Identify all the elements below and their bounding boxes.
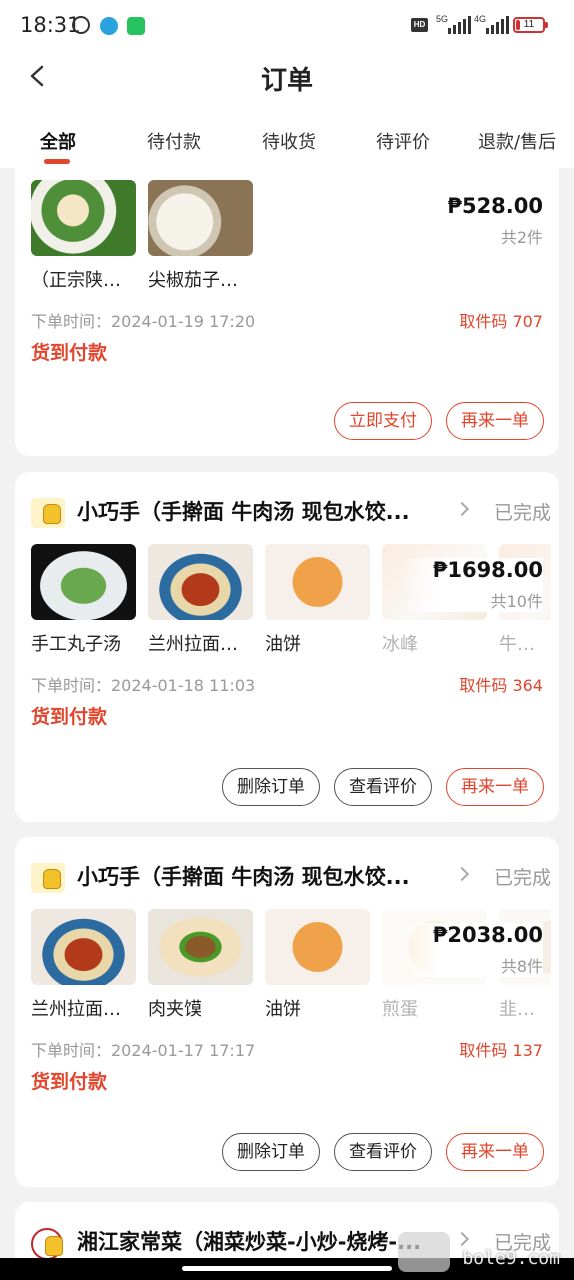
network-label-5g: 5G (436, 14, 449, 24)
battery-icon: 11 (513, 17, 548, 33)
view-review-button[interactable]: 查看评价 (334, 768, 432, 806)
pay-now-button[interactable]: 立即支付 (334, 402, 432, 440)
shop-name: 小巧手（手擀面 牛肉汤 现包水饺... (77, 500, 410, 524)
home-indicator[interactable] (182, 1266, 392, 1271)
tab-pending-payment[interactable]: 待付款 (147, 128, 201, 154)
food-image (148, 544, 253, 620)
order-time: 下单时间：2024-01-18 11:03 (31, 676, 256, 695)
order-price: ₱1698.00 (432, 558, 543, 582)
food-image (265, 909, 370, 985)
item-name: 牛肉饼 (499, 634, 551, 655)
active-tab-indicator (44, 159, 70, 164)
item-name: 油饼 (265, 634, 301, 655)
alarm-icon (72, 16, 90, 34)
food-image (31, 180, 136, 256)
order-status: 已完成 (493, 502, 551, 524)
tab-pending-review[interactable]: 待评价 (376, 128, 430, 154)
order-item[interactable]: （正宗陕西油泼扯面） (31, 180, 136, 292)
order-item[interactable]: 尖椒茄子包子 (148, 180, 253, 292)
shop-logo (31, 498, 65, 528)
battery-level: 11 (523, 19, 535, 30)
item-count: 共2件 (500, 228, 543, 247)
network-label-4g: 4G (474, 14, 487, 24)
order-item[interactable]: 兰州拉面牛肉面 (148, 544, 253, 656)
reorder-button[interactable]: 再来一单 (446, 768, 544, 806)
order-status: 已完成 (493, 867, 551, 889)
order-summary: ₱1698.00 共10件 (402, 558, 543, 612)
order-time: 下单时间：2024-01-19 17:20 (31, 312, 256, 331)
page-title: 订单 (260, 66, 313, 96)
tab-all[interactable]: 全部 (40, 128, 76, 154)
food-image (148, 909, 253, 985)
item-name: 尖椒茄子包子 (148, 270, 253, 291)
item-count: 共8件 (500, 957, 543, 976)
shop-logo (31, 1228, 63, 1260)
status-bar: 18:31 HD 5G 4G 11 (0, 0, 574, 52)
item-name: （正宗陕西油泼扯面） (31, 270, 136, 291)
order-price: ₱2038.00 (432, 923, 543, 947)
payment-method: 货到付款 (31, 706, 108, 728)
signal-4g-icon (486, 16, 509, 34)
watermark-logo (398, 1232, 450, 1272)
tab-refund[interactable]: 退款/售后 (478, 128, 556, 154)
telegram-icon (100, 17, 118, 35)
reorder-button[interactable]: 再来一单 (446, 1133, 544, 1171)
signal-5g-icon (448, 16, 471, 34)
order-item[interactable]: 兰州拉面牛肉面 (31, 909, 136, 1021)
watermark: bole9.com (462, 1248, 560, 1269)
header: 订单 全部 待付款 待收货 待评价 退款/售后 (0, 52, 574, 168)
whatsapp-icon (127, 17, 145, 35)
shop-name: 小巧手（手擀面 牛肉汤 现包水饺... (77, 865, 410, 889)
shop-header[interactable]: 小巧手（手擀面 牛肉汤 现包水饺... 已完成 (31, 859, 551, 895)
order-time: 下单时间：2024-01-17 17:17 (31, 1041, 256, 1060)
food-image (265, 544, 370, 620)
payment-method: 货到付款 (31, 342, 108, 364)
tab-pending-receipt[interactable]: 待收货 (262, 128, 316, 154)
chevron-right-icon (454, 866, 470, 882)
pickup-code: 取件码 137 (459, 1041, 543, 1060)
item-name: 油饼 (265, 999, 301, 1020)
chevron-right-icon (454, 501, 470, 517)
food-image (31, 544, 136, 620)
view-review-button[interactable]: 查看评价 (334, 1133, 432, 1171)
food-image (31, 909, 136, 985)
order-tabs: 全部 待付款 待收货 待评价 退款/售后 (0, 124, 574, 164)
shop-name: 湘江家常菜（湘菜炒菜-小炒-烧烤-... (77, 1230, 422, 1254)
item-name: 韭菜盒子 (499, 999, 551, 1020)
order-card[interactable]: 小巧手（手擀面 牛肉汤 现包水饺... 已完成 手工丸子汤 兰州拉面牛肉面 油饼… (15, 472, 559, 822)
shop-header[interactable]: 小巧手（手擀面 牛肉汤 现包水饺... 已完成 (31, 494, 551, 530)
pickup-code: 取件码 707 (459, 312, 543, 331)
item-name: 肉夹馍 (148, 999, 202, 1020)
delete-order-button[interactable]: 删除订单 (222, 768, 320, 806)
order-item[interactable]: 油饼 (265, 544, 370, 656)
item-name: 煎蛋 (382, 999, 418, 1020)
chevron-right-icon (454, 1231, 470, 1247)
order-card[interactable]: 小巧手（手擀面 牛肉汤 现包水饺... 已完成 兰州拉面牛肉面 肉夹馍 油饼 煎… (15, 837, 559, 1187)
item-name: 兰州拉面牛肉面 (148, 634, 253, 655)
order-item[interactable]: 手工丸子汤 (31, 544, 136, 656)
item-name: 手工丸子汤 (31, 634, 121, 655)
order-price: ₱528.00 (447, 194, 543, 218)
order-item[interactable]: 肉夹馍 (148, 909, 253, 1021)
shop-logo (31, 863, 65, 893)
item-name: 冰峰 (382, 634, 418, 655)
reorder-button[interactable]: 再来一单 (446, 402, 544, 440)
hd-icon: HD (411, 18, 428, 32)
delete-order-button[interactable]: 删除订单 (222, 1133, 320, 1171)
order-summary: ₱2038.00 共8件 (402, 923, 543, 977)
item-count: 共10件 (490, 592, 543, 611)
payment-method: 货到付款 (31, 1071, 108, 1093)
order-card[interactable]: （正宗陕西油泼扯面） 尖椒茄子包子 ₱528.00 共2件 下单时间：2024-… (15, 168, 559, 456)
item-name: 兰州拉面牛肉面 (31, 999, 136, 1020)
food-image (148, 180, 253, 256)
pickup-code: 取件码 364 (459, 676, 543, 695)
order-item[interactable]: 油饼 (265, 909, 370, 1021)
order-summary: ₱528.00 共2件 (417, 194, 543, 248)
